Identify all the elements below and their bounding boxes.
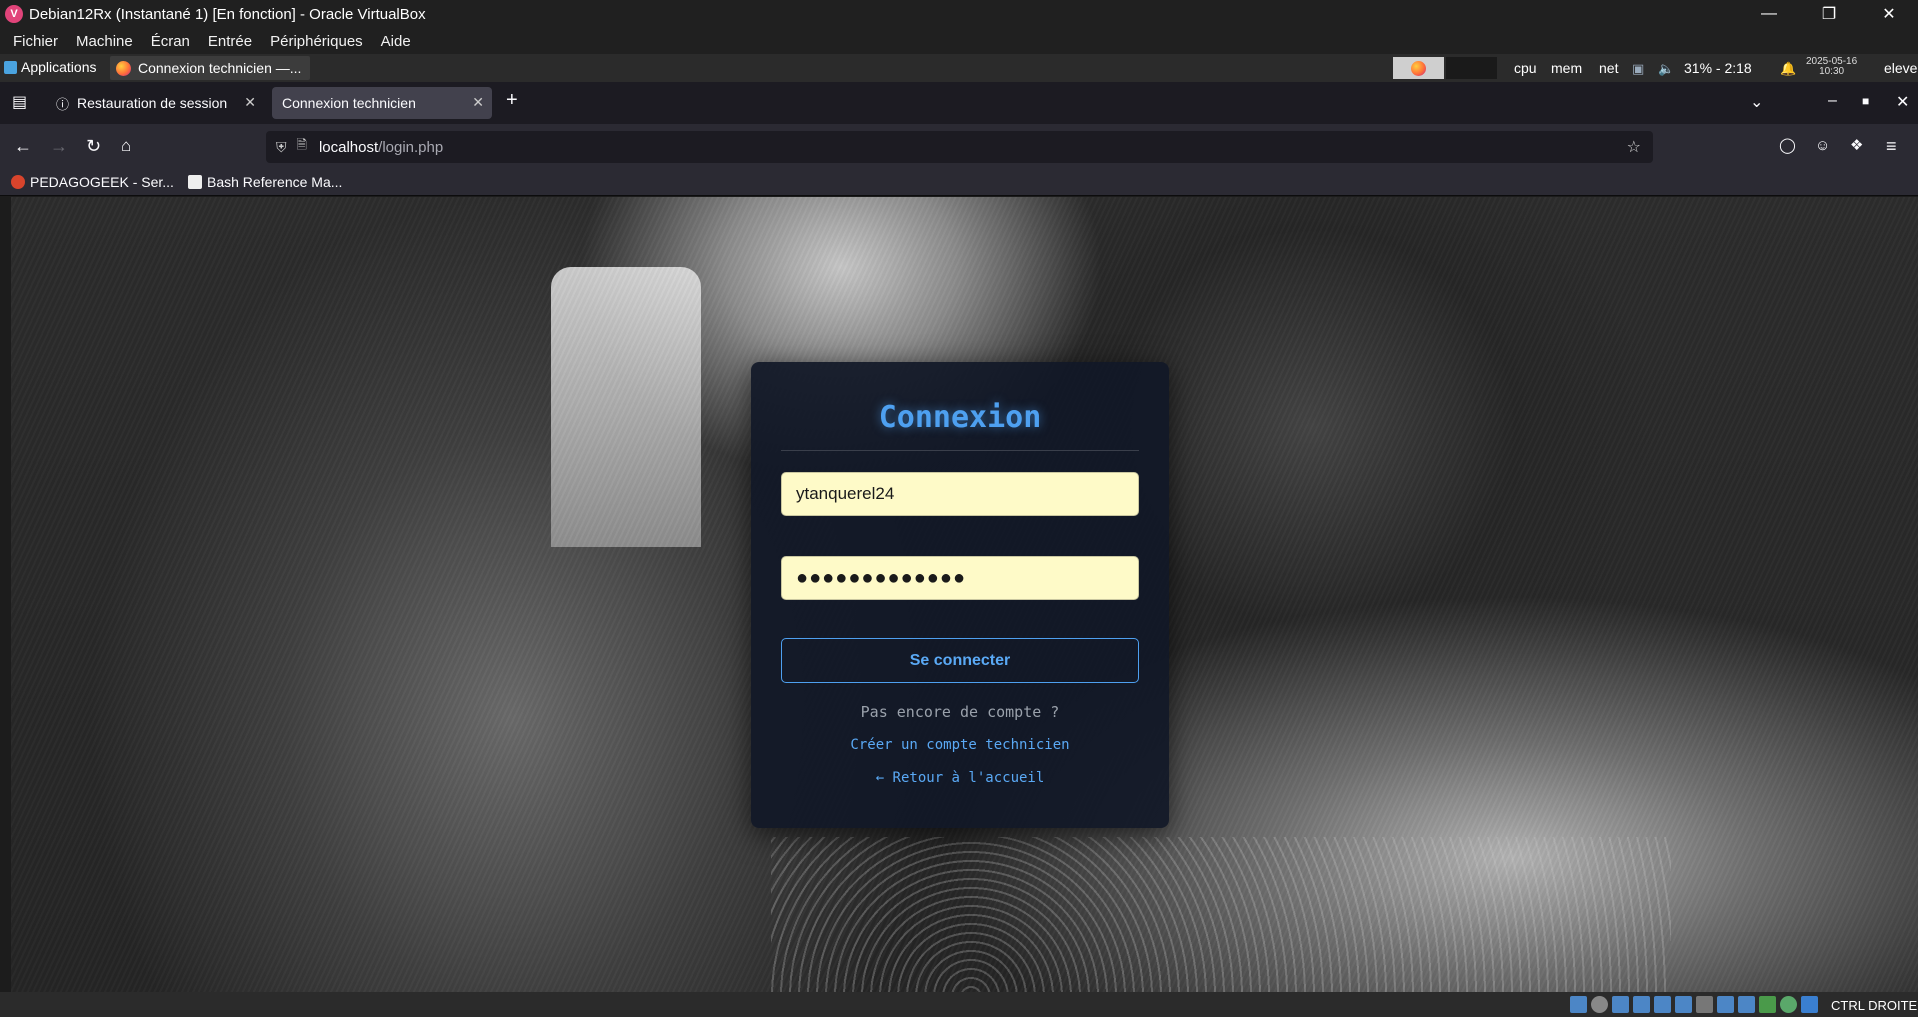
mem-monitor[interactable]: mem bbox=[1551, 60, 1582, 76]
browser-minimize-button[interactable]: – bbox=[1828, 92, 1837, 110]
firefox-icon bbox=[1411, 60, 1426, 76]
optical-drive-icon[interactable] bbox=[1591, 996, 1608, 1013]
info-icon: ⓘ bbox=[56, 96, 70, 112]
forward-button[interactable]: → bbox=[50, 136, 68, 156]
volume-icon[interactable]: 🔈 bbox=[1658, 61, 1674, 77]
tab-close-icon[interactable]: ✕ bbox=[472, 94, 484, 111]
tab-label: Restauration de session bbox=[77, 95, 228, 111]
home-button[interactable]: ⌂ bbox=[121, 136, 131, 156]
taskbar-window-button[interactable]: Connexion technicien —... bbox=[110, 56, 310, 80]
firefox-icon bbox=[116, 60, 131, 76]
home-link-label[interactable]: ← Retour à l'accueil bbox=[876, 770, 1045, 786]
pedagogeek-favicon bbox=[11, 175, 25, 189]
cpu-monitor[interactable]: cpu bbox=[1514, 60, 1537, 76]
gnu-favicon bbox=[188, 175, 202, 189]
browser-close-button[interactable]: ✕ bbox=[1896, 92, 1909, 112]
url-host: localhost bbox=[318, 138, 379, 156]
browser-tab-strip: ▤ ⓘ Restauration de session ✕ Connexion … bbox=[0, 82, 1918, 124]
network-icon[interactable]: ▣ bbox=[1632, 61, 1644, 77]
username-input[interactable]: ytanquerel24 bbox=[781, 472, 1139, 516]
host-key-label: CTRL DROITE bbox=[1831, 998, 1918, 1013]
audio-icon[interactable] bbox=[1612, 996, 1629, 1013]
bookmark-pedagogeek[interactable]: PEDAGOGEEK - Ser... bbox=[11, 174, 174, 190]
navigation-toolbar: ← → ↻ ⌂ ⛨ 🗎 localhost/login.php ☆ ◯ ☺ ❖ … bbox=[0, 124, 1918, 170]
bookmark-bash-reference[interactable]: Bash Reference Ma... bbox=[188, 174, 342, 190]
cpu-activity-icon[interactable] bbox=[1780, 996, 1797, 1013]
menu-peripheriques[interactable]: Périphériques bbox=[261, 33, 372, 50]
restore-button[interactable]: ❐ bbox=[1806, 0, 1852, 28]
menu-entree[interactable]: Entrée bbox=[199, 33, 261, 50]
no-account-text: Pas encore de compte ? bbox=[860, 703, 1060, 721]
login-card: Connexion ytanquerel24 ●●●●●●●●●●●●● Se … bbox=[751, 362, 1169, 828]
menu-aide[interactable]: Aide bbox=[372, 33, 420, 50]
close-window-button[interactable]: ✕ bbox=[1866, 0, 1912, 28]
extensions-icon[interactable]: ❖ bbox=[1850, 136, 1863, 156]
hard-disk-icon[interactable] bbox=[1570, 996, 1587, 1013]
net-monitor[interactable]: net bbox=[1599, 60, 1618, 76]
workspace-1[interactable] bbox=[1393, 57, 1444, 79]
list-all-tabs-icon[interactable]: ⌄ bbox=[1750, 92, 1763, 112]
user-menu[interactable]: eleve bbox=[1884, 60, 1917, 76]
username-value: ytanquerel24 bbox=[796, 484, 895, 503]
title-divider bbox=[781, 450, 1139, 451]
tab-close-icon[interactable]: ✕ bbox=[244, 94, 256, 111]
notification-bell-icon[interactable]: 🔔 bbox=[1780, 61, 1796, 77]
device-icons bbox=[1570, 996, 1818, 1013]
shared-folders-icon[interactable] bbox=[1675, 996, 1692, 1013]
display-icon[interactable] bbox=[1696, 996, 1713, 1013]
battery-indicator[interactable]: 31% - 2:18 bbox=[1684, 60, 1752, 76]
applications-icon bbox=[4, 60, 17, 74]
app-menu-icon[interactable]: ≡ bbox=[1886, 136, 1897, 156]
account-icon[interactable]: ☺ bbox=[1815, 136, 1830, 156]
bookmark-label: Bash Reference Ma... bbox=[207, 174, 343, 190]
keyboard-capture-icon[interactable] bbox=[1801, 996, 1818, 1013]
desktop-panel: Applications Connexion technicien —... c… bbox=[0, 54, 1918, 82]
back-button[interactable]: ← bbox=[14, 136, 32, 156]
password-input[interactable]: ●●●●●●●●●●●●● bbox=[781, 556, 1139, 600]
network-adapter-icon[interactable] bbox=[1633, 996, 1650, 1013]
vbox-status-bar: CTRL DROITE bbox=[0, 992, 1918, 1017]
workspace-2[interactable] bbox=[1446, 57, 1497, 79]
pocket-icon[interactable]: ◯ bbox=[1779, 136, 1796, 156]
usb-icon[interactable] bbox=[1654, 996, 1671, 1013]
applications-label: Applications bbox=[21, 59, 97, 75]
login-title: Connexion bbox=[878, 400, 1042, 435]
vbox-menu-bar: Fichier Machine Écran Entrée Périphériqu… bbox=[0, 28, 1918, 54]
register-link[interactable]: Créer un compte technicien bbox=[751, 737, 1169, 753]
password-mask: ●●●●●●●●●●●●● bbox=[796, 566, 967, 589]
browser-maximize-button[interactable]: ■ bbox=[1862, 94, 1869, 108]
background-photo-detail bbox=[551, 267, 701, 547]
url-bar[interactable]: ⛨ 🗎 localhost/login.php ☆ bbox=[266, 131, 1653, 163]
register-link-label[interactable]: Créer un compte technicien bbox=[850, 737, 1069, 753]
screen-icon[interactable] bbox=[1738, 996, 1755, 1013]
tab-label: Connexion technicien bbox=[282, 95, 416, 111]
guest-additions-icon[interactable] bbox=[1759, 996, 1776, 1013]
shield-icon[interactable]: ⛨ bbox=[276, 139, 287, 156]
applications-menu[interactable]: Applications bbox=[4, 59, 97, 75]
bookmarks-bar: PEDAGOGEEK - Ser... Bash Reference Ma... bbox=[0, 170, 1918, 196]
new-tab-button[interactable]: + bbox=[506, 89, 518, 112]
taskbar-window-label: Connexion technicien —... bbox=[138, 60, 302, 76]
virtualbox-icon: V bbox=[5, 5, 23, 23]
bookmark-label: PEDAGOGEEK - Ser... bbox=[30, 174, 174, 190]
url-path: /login.php bbox=[378, 138, 444, 156]
page-info-icon[interactable]: 🗎 bbox=[297, 136, 307, 158]
vbox-title-bar: V Debian12Rx (Instantané 1) [En fonction… bbox=[0, 0, 1918, 28]
tab-restauration-session[interactable]: ⓘ Restauration de session ✕ bbox=[46, 87, 264, 119]
login-submit-button[interactable]: Se connecter bbox=[781, 638, 1139, 683]
minimize-button[interactable]: — bbox=[1746, 0, 1792, 28]
menu-machine[interactable]: Machine bbox=[67, 33, 142, 50]
clock[interactable]: 2025-05-16 10:30 bbox=[1806, 57, 1857, 77]
clock-time: 10:30 bbox=[1819, 66, 1845, 77]
reload-button[interactable]: ↻ bbox=[86, 136, 101, 156]
tab-connexion-technicien[interactable]: Connexion technicien ✕ bbox=[272, 87, 492, 119]
video-capture-icon[interactable] bbox=[1717, 996, 1734, 1013]
home-link[interactable]: ← Retour à l'accueil bbox=[751, 770, 1169, 786]
firefox-view-icon[interactable]: ▤ bbox=[12, 92, 27, 112]
menu-fichier[interactable]: Fichier bbox=[4, 33, 67, 50]
bookmark-star-icon[interactable]: ☆ bbox=[1627, 137, 1641, 157]
window-title: Debian12Rx (Instantané 1) [En fonction] … bbox=[29, 5, 426, 23]
menu-ecran[interactable]: Écran bbox=[142, 33, 199, 50]
background-photo-detail bbox=[771, 837, 1671, 992]
